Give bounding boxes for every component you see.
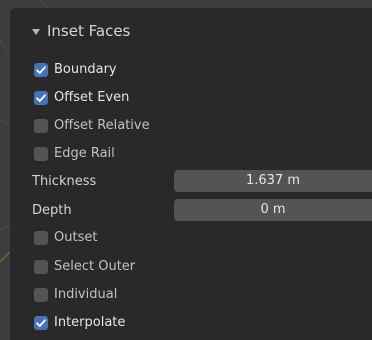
option-row-outset: Outset bbox=[10, 224, 372, 252]
depth-field[interactable]: 0 m bbox=[174, 199, 372, 221]
option-row-boundary: Boundary bbox=[10, 56, 372, 84]
interpolate-checkbox[interactable]: Interpolate bbox=[34, 316, 125, 330]
edge-rail-label: Edge Rail bbox=[54, 146, 115, 161]
option-row-select-outer: Select Outer bbox=[10, 253, 372, 281]
option-row-offset-even: Offset Even bbox=[10, 84, 372, 112]
checkmark-icon[interactable] bbox=[34, 63, 48, 77]
select-outer-checkbox[interactable]: Select Outer bbox=[34, 260, 135, 274]
boundary-checkbox[interactable]: Boundary bbox=[34, 63, 117, 77]
offset-even-label: Offset Even bbox=[54, 90, 130, 105]
interpolate-label: Interpolate bbox=[54, 315, 126, 330]
checkmark-icon[interactable] bbox=[34, 91, 48, 105]
checkbox-empty-icon[interactable] bbox=[34, 147, 48, 161]
chevron-down-icon[interactable] bbox=[32, 29, 40, 35]
individual-checkbox[interactable]: Individual bbox=[34, 288, 117, 302]
depth-label: Depth bbox=[32, 203, 72, 218]
option-row-offset-relative: Offset Relative bbox=[10, 112, 372, 140]
boundary-label: Boundary bbox=[54, 62, 117, 77]
checkmark-icon[interactable] bbox=[34, 316, 48, 330]
select-outer-label: Select Outer bbox=[54, 259, 136, 274]
checkbox-empty-icon[interactable] bbox=[34, 288, 48, 302]
option-row-interpolate: Interpolate bbox=[10, 309, 372, 337]
offset-relative-checkbox[interactable]: Offset Relative bbox=[34, 119, 150, 133]
offset-relative-label: Offset Relative bbox=[54, 118, 150, 133]
edge-rail-checkbox[interactable]: Edge Rail bbox=[34, 147, 115, 161]
thickness-field[interactable]: 1.637 m bbox=[174, 170, 372, 192]
depth-row: Depth 0 m bbox=[10, 197, 372, 225]
checkbox-empty-icon[interactable] bbox=[34, 231, 48, 245]
option-row-individual: Individual bbox=[10, 281, 372, 309]
thickness-row: Thickness 1.637 m bbox=[10, 168, 372, 196]
checkbox-empty-icon[interactable] bbox=[34, 119, 48, 133]
offset-even-checkbox[interactable]: Offset Even bbox=[34, 91, 129, 105]
option-row-edge-rail: Edge Rail bbox=[10, 140, 372, 168]
inset-faces-panel: Inset Faces Boundary Offset Even Offset … bbox=[10, 8, 372, 340]
individual-label: Individual bbox=[54, 287, 118, 302]
panel-title: Inset Faces bbox=[47, 22, 131, 40]
outset-label: Outset bbox=[54, 230, 98, 245]
panel-header[interactable]: Inset Faces bbox=[10, 8, 372, 52]
outset-checkbox[interactable]: Outset bbox=[34, 231, 97, 245]
checkbox-empty-icon[interactable] bbox=[34, 260, 48, 274]
thickness-label: Thickness bbox=[32, 174, 97, 189]
